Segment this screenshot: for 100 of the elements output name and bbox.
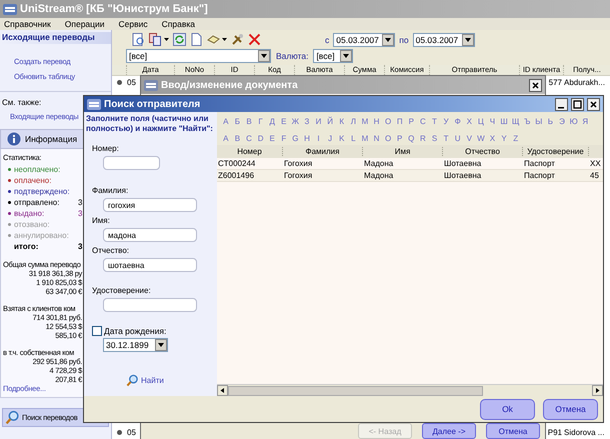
document-search-icon[interactable] [132,33,145,46]
letter-link[interactable]: З [301,117,313,126]
letter-link[interactable]: Т [428,117,440,126]
letter-link[interactable]: Щ [510,117,522,126]
letter-link[interactable]: O [382,134,394,142]
letter-link[interactable]: Ъ [521,117,534,126]
delete-icon[interactable] [248,33,261,46]
dropdown-button[interactable] [155,339,167,351]
letter-link[interactable]: R [417,134,429,142]
letter-link[interactable]: D [254,134,266,142]
letter-link[interactable]: Й [324,117,336,126]
letter-link[interactable]: Б [232,117,244,126]
letter-link[interactable]: L [348,134,360,142]
letter-link[interactable]: F [278,134,290,142]
dropdown-button[interactable] [340,50,352,62]
letter-link[interactable]: Э [556,117,568,126]
letter-link[interactable]: I [312,134,324,142]
letter-link[interactable]: Д [266,117,278,126]
dropdown-button[interactable] [258,50,270,62]
column-header[interactable]: Номер [217,147,283,156]
letter-link[interactable]: P [394,134,406,142]
date-to-picker[interactable]: 05.03.2007 [412,32,475,46]
letter-link[interactable]: B [232,134,244,142]
letter-link[interactable]: Ю [568,117,580,126]
find-link[interactable]: Найти [126,374,164,387]
menu-item[interactable]: Сервис [118,19,148,29]
menu-item[interactable]: Операции [64,19,105,29]
letter-link[interactable]: H [301,134,313,142]
menu-item[interactable]: Справка [162,19,195,29]
letter-link[interactable]: М [359,117,371,126]
tools-icon[interactable] [231,33,244,46]
letter-link[interactable]: У [440,117,452,126]
letter-link[interactable]: Ш [498,117,510,126]
column-header[interactable]: Удостоверение [523,147,589,156]
letter-link[interactable]: N [370,134,382,142]
checkbox[interactable] [92,326,102,336]
letter-link[interactable]: В [243,117,255,126]
letter-link[interactable]: S [428,134,440,142]
dropdown-button[interactable] [462,34,474,46]
letter-link[interactable]: Y [498,134,510,142]
letter-link[interactable]: Ц [475,117,487,126]
column-header[interactable]: Имя [363,147,443,156]
letter-link[interactable]: Н [370,117,382,126]
letter-link[interactable]: Ф [452,117,464,126]
document-icon[interactable] [190,33,203,46]
date-from-picker[interactable]: 05.03.2007 [333,32,396,46]
letter-link[interactable]: Я [579,117,591,126]
dialog-button[interactable]: Ok [480,398,535,420]
letter-link[interactable]: V [463,134,476,142]
letter-link[interactable]: C [243,134,255,142]
dialog-button[interactable]: Отмена [543,398,598,420]
currency-dropdown[interactable]: [все] [313,48,354,62]
letter-link[interactable]: Ы [533,117,545,126]
copy-icon[interactable] [149,33,162,46]
maximize-button[interactable] [571,98,584,110]
caret-icon[interactable] [164,38,169,41]
letter-link[interactable]: E [266,134,278,142]
column-header[interactable]: Отчество [443,147,523,156]
letter-link[interactable]: T [440,134,452,142]
letter-link[interactable]: Q [406,134,418,142]
scrollbar-thumb[interactable] [228,386,483,396]
letter-link[interactable]: С [417,117,429,126]
letter-link[interactable]: Ж [290,117,302,126]
dropdown-button[interactable] [382,34,394,46]
birth-date-picker[interactable]: 30.12.1899 [103,338,168,352]
status-dropdown[interactable]: [все] [126,48,271,62]
letter-link[interactable]: M [359,134,371,142]
letter-link[interactable]: Х [463,117,476,126]
close-button[interactable] [587,98,600,110]
letter-link[interactable]: Р [406,117,418,126]
scroll-right-icon[interactable] [592,385,603,396]
letter-link[interactable]: И [312,117,324,126]
letter-link[interactable]: К [336,117,348,126]
menu-item[interactable]: Справочник [4,19,51,29]
input-field[interactable]: мадона [103,228,197,242]
letter-link[interactable]: А [220,117,232,126]
letter-link[interactable]: Г [254,117,266,126]
letter-link[interactable]: Л [348,117,360,126]
column-header[interactable]: Фамилия [283,147,363,156]
scroll-left-icon[interactable] [217,385,228,396]
refresh-icon[interactable] [173,33,186,46]
letter-link[interactable]: K [336,134,348,142]
input-field[interactable]: гогохия [103,198,197,212]
wizard-button[interactable]: Далее -> [422,423,476,439]
minimize-button[interactable] [555,98,568,110]
letter-link[interactable]: П [394,117,406,126]
input-field[interactable]: шотаевна [103,258,197,272]
letter-link[interactable]: G [290,134,302,142]
letter-link[interactable]: О [382,117,394,126]
letter-link[interactable]: U [452,134,464,142]
close-button[interactable] [529,78,542,92]
caret-icon[interactable] [222,38,227,41]
input-field[interactable] [103,298,197,312]
letter-link[interactable]: J [324,134,336,142]
wizard-button[interactable]: Отмена [486,423,540,439]
letter-link[interactable]: W [475,134,487,142]
letter-link[interactable]: Ч [486,117,498,126]
letter-link[interactable]: Е [278,117,290,126]
letter-link[interactable]: A [220,134,232,142]
letter-link[interactable]: Z [510,134,522,142]
